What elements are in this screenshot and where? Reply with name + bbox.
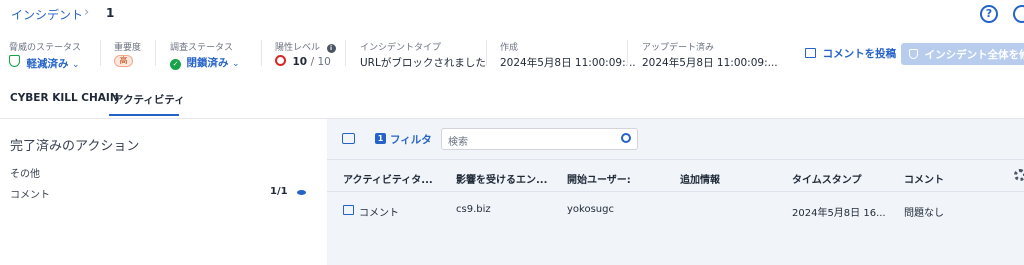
comment-icon <box>805 48 816 58</box>
incident-type-label: インシデントタイプ <box>360 43 442 53</box>
positivity-score: 10 <box>292 56 308 68</box>
created-label: 作成 <box>500 43 519 53</box>
help-icon[interactable]: ? <box>980 5 998 23</box>
user-account-icon[interactable] <box>1013 5 1024 23</box>
table-header-border <box>327 191 1024 192</box>
post-comment-label: コメントを投稿 <box>822 48 897 60</box>
chevron-down-icon: ⌄ <box>232 59 240 69</box>
investigation-status-value: 閉鎖済み <box>186 57 229 69</box>
table-cell-affected-entity: cs9.biz <box>456 204 491 215</box>
severity-badge: 高 <box>114 55 133 67</box>
table-cell-activity-type: コメント <box>359 208 399 219</box>
table-top-border <box>327 159 1024 160</box>
check-circle-icon: ✓ <box>170 59 181 70</box>
severity-label: 重要度 <box>114 43 142 53</box>
threat-status-dropdown[interactable]: 軽減済み ⌄ <box>9 55 80 71</box>
search-icon[interactable] <box>621 133 631 143</box>
column-header-affected-entity[interactable]: 影響を受けるエン... <box>456 171 547 186</box>
column-header-activity-type[interactable]: アクティビティタ... <box>343 171 433 186</box>
positivity-level-value: 10 / 10 <box>275 55 331 68</box>
column-header-comment[interactable]: コメント <box>904 171 944 186</box>
table-cell-comment: 問題なし <box>904 208 944 219</box>
panel-toggle-icon[interactable] <box>342 133 355 144</box>
filter-button[interactable]: フィルタ <box>390 132 432 147</box>
positivity-level-header: 陽性レベル i <box>275 40 336 53</box>
positivity-max: / 10 <box>310 56 331 68</box>
breadcrumb-incidents-link[interactable]: インシデント <box>11 6 83 23</box>
updated-label: アップデート済み <box>642 43 715 53</box>
threat-status-label: 脅威のステータス <box>9 43 82 53</box>
active-tab-indicator <box>109 114 179 116</box>
eye-icon[interactable] <box>297 190 306 195</box>
created-value: 2024年5月8日 11:00:09:... <box>500 57 636 69</box>
positivity-level-label: 陽性レベル <box>275 43 321 53</box>
updated-value: 2024年5月8日 11:00:09:... <box>642 57 778 69</box>
column-header-initiating-user[interactable]: 開始ユーザー: <box>567 171 631 186</box>
search-placeholder: 検索 <box>448 137 468 148</box>
column-header-additional-info[interactable]: 追加情報 <box>680 171 720 186</box>
chevron-down-icon: ⌄ <box>72 60 80 70</box>
post-comment-button[interactable]: コメントを投稿 <box>805 46 896 61</box>
action-item-count: 1/1 <box>270 186 288 197</box>
action-item-comment[interactable]: コメント <box>10 186 50 201</box>
shield-icon <box>9 55 20 67</box>
breadcrumb-separator: › <box>84 5 90 20</box>
section-other-label: その他 <box>10 169 40 180</box>
filter-count-badge: 1 <box>375 133 386 144</box>
investigation-status-dropdown[interactable]: ✓ 閉鎖済み ⌄ <box>170 55 240 70</box>
fix-entire-incident-label: インシデント全体を修復 <box>924 49 1024 61</box>
tab-cyber-kill-chain[interactable]: CYBER KILL CHAIN <box>10 92 119 104</box>
threat-status-value: 軽減済み <box>26 58 69 70</box>
tab-activities[interactable]: アクティビティ <box>113 92 185 107</box>
incident-type-value: URLがブロックされました <box>360 57 486 69</box>
search-input[interactable] <box>441 128 638 150</box>
table-cell-initiating-user: yokosugc <box>567 204 614 215</box>
investigation-status-label: 調査ステータス <box>170 43 234 53</box>
info-icon[interactable]: i <box>326 44 336 53</box>
completed-actions-title: 完了済みのアクション <box>10 139 140 154</box>
breadcrumb-current: 1 <box>106 6 115 20</box>
gear-icon[interactable] <box>1014 169 1024 181</box>
column-header-timestamp[interactable]: タイムスタンプ <box>792 171 862 186</box>
score-ring-icon <box>275 55 286 66</box>
comment-icon <box>343 205 354 215</box>
fix-entire-incident-button[interactable]: インシデント全体を修復 <box>901 43 1024 65</box>
table-cell-timestamp: 2024年5月8日 16... <box>792 208 886 219</box>
shield-icon <box>909 49 918 59</box>
